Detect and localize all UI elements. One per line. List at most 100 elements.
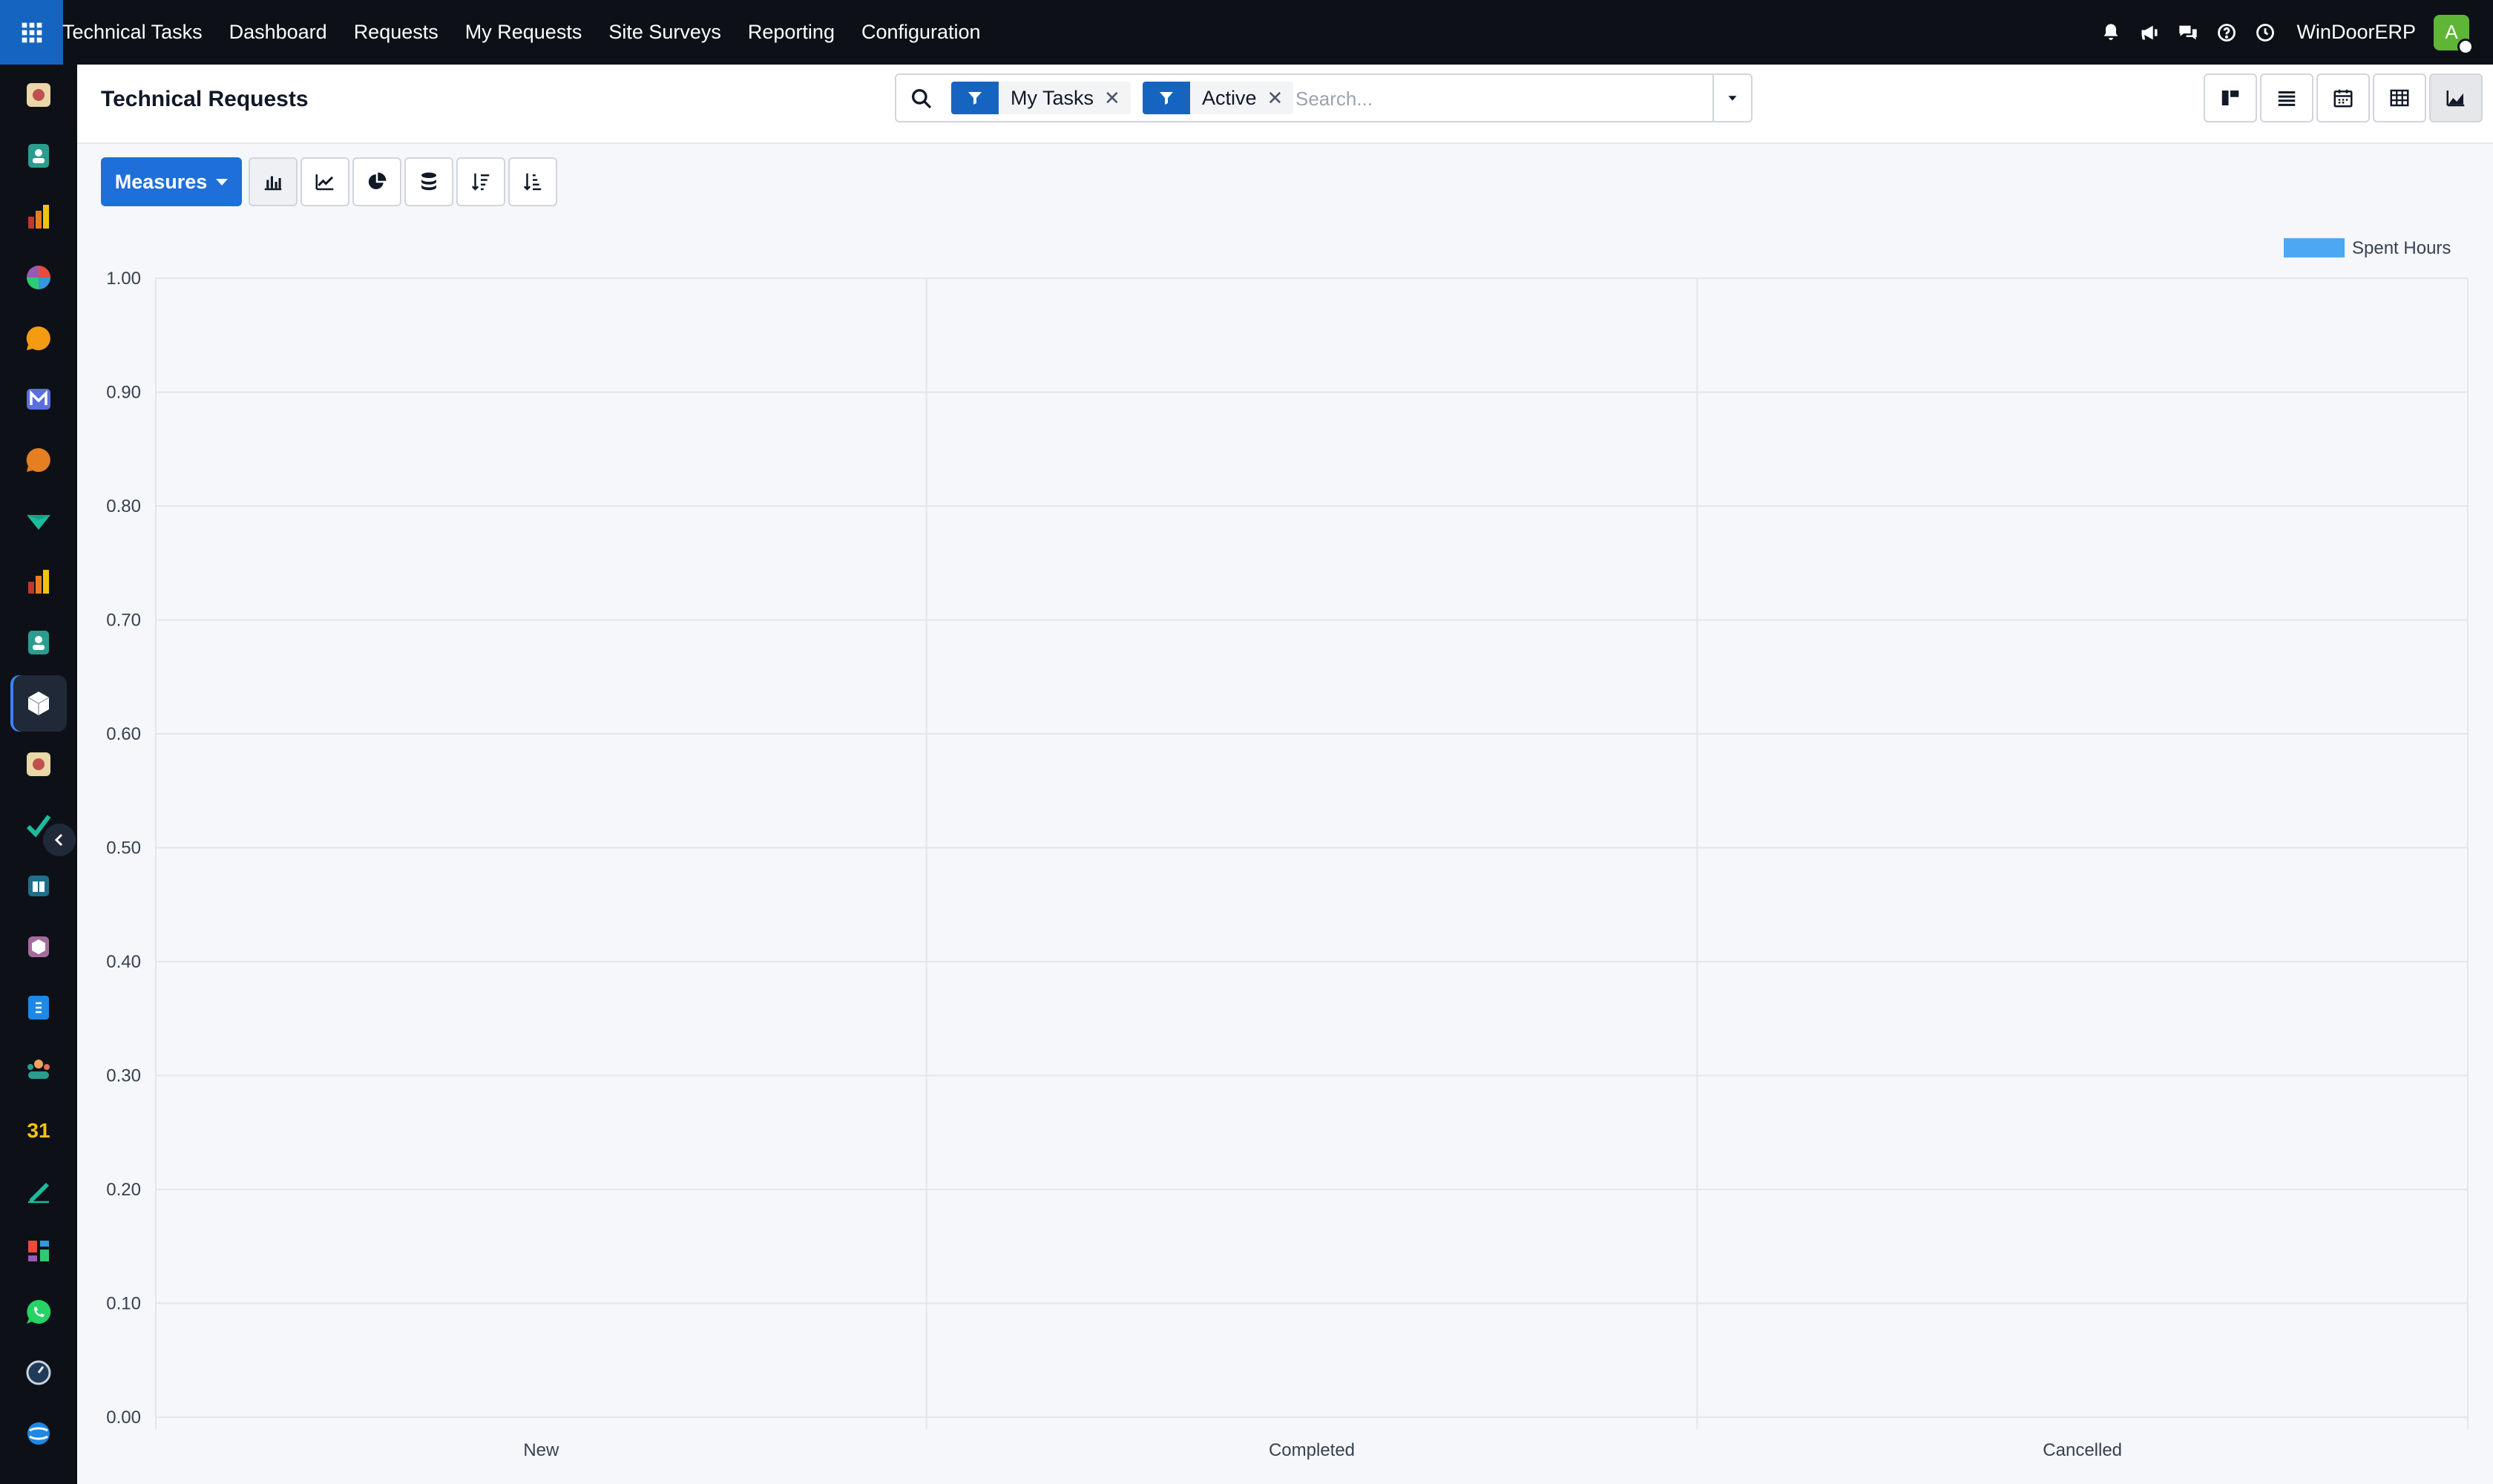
sidebar-contacts[interactable] <box>10 128 67 184</box>
livechat-icon <box>26 447 50 472</box>
y-tick-label: 0.50 <box>106 838 141 858</box>
sidebar-inventory[interactable] <box>10 493 67 549</box>
sidebar-settings[interactable] <box>10 1405 67 1462</box>
menu-dashboard[interactable]: Dashboard <box>229 21 327 44</box>
contacts-icon <box>28 144 49 168</box>
calendar-icon: 31 <box>27 1119 50 1142</box>
y-tick-label: 0.70 <box>106 611 141 631</box>
y-tick-label: 0.40 <box>106 952 141 972</box>
sidebar-livechat[interactable] <box>10 432 67 488</box>
sidebar-team[interactable] <box>10 1040 67 1097</box>
page-title: Technical Requests <box>101 87 309 111</box>
kanban-icon <box>2221 91 2239 105</box>
app-menu-button[interactable] <box>0 0 63 65</box>
sidebar-timer[interactable] <box>10 1345 67 1401</box>
sort-descending-button[interactable] <box>456 157 505 206</box>
sidebar-mail[interactable] <box>10 371 67 427</box>
facet-label: My Tasks <box>1011 86 1094 109</box>
pie-chart-button[interactable] <box>352 157 401 206</box>
timer-icon <box>26 1360 51 1385</box>
megaphone-icon[interactable] <box>2132 15 2167 50</box>
bar-chart-button[interactable] <box>249 157 298 206</box>
sidebar-product[interactable] <box>10 919 67 975</box>
filter-icon <box>951 82 999 114</box>
close-icon[interactable]: ✕ <box>1267 82 1294 114</box>
menu-requests[interactable]: Requests <box>354 21 439 44</box>
sidebar-sign[interactable] <box>10 1162 67 1218</box>
y-tick-label: 0.20 <box>106 1180 141 1200</box>
control-panel: Technical Requests My Tasks ✕ Active ✕ <box>77 65 2493 144</box>
facet-active[interactable]: Active ✕ <box>1143 82 1294 114</box>
search-icon[interactable] <box>910 87 933 111</box>
avatar-letter: A <box>2445 21 2458 43</box>
caret-down-icon <box>216 178 229 186</box>
menu-my-requests[interactable]: My Requests <box>465 21 582 44</box>
menu-configuration[interactable]: Configuration <box>861 21 981 44</box>
inventory-icon <box>27 515 50 530</box>
y-tick-label: 0.80 <box>106 496 141 516</box>
employees-icon <box>28 631 49 654</box>
search-input[interactable] <box>1295 84 1622 114</box>
systray: WinDoorERP A <box>2090 0 2474 65</box>
sidebar-whatsapp[interactable] <box>10 1284 67 1340</box>
y-tick-label: 1.00 <box>106 269 141 289</box>
ascending-icon <box>523 173 542 191</box>
view-pivot-button[interactable] <box>2373 73 2426 122</box>
view-kanban-button[interactable] <box>2204 73 2257 122</box>
clock-icon[interactable] <box>2247 15 2283 50</box>
mail-icon <box>27 389 50 410</box>
company-name[interactable]: WinDoorERP <box>2296 21 2416 44</box>
sidebar-dashboards[interactable] <box>10 1223 67 1279</box>
settings-icon <box>27 1422 50 1445</box>
stacked-icon <box>421 172 436 191</box>
close-icon[interactable]: ✕ <box>1104 82 1131 114</box>
technical-tasks-icon <box>27 692 50 715</box>
sidebar-invoicing[interactable] <box>10 979 67 1036</box>
stacked-button[interactable] <box>404 157 453 206</box>
view-graph-button[interactable] <box>2429 73 2483 122</box>
bar-chart-icon <box>264 176 282 191</box>
sidebar-app-1[interactable] <box>10 67 67 123</box>
bell-icon[interactable] <box>2093 15 2129 50</box>
invoicing-icon <box>28 996 49 1020</box>
app-12-icon <box>27 752 50 776</box>
avatar[interactable]: A <box>2434 14 2474 55</box>
sidebar-calendar[interactable]: 31 <box>10 1101 67 1158</box>
whatsapp-icon <box>27 1299 51 1324</box>
sort-ascending-button[interactable] <box>508 157 557 206</box>
view-calendar-button[interactable] <box>2316 73 2370 122</box>
menu-site-surveys[interactable]: Site Surveys <box>608 21 721 44</box>
app-1-icon <box>27 83 50 107</box>
facet-my-tasks[interactable]: My Tasks ✕ <box>951 82 1131 114</box>
help-icon[interactable] <box>2209 15 2244 50</box>
measures-dropdown-button[interactable]: Measures <box>101 157 242 206</box>
x-tick-label: Completed <box>1269 1440 1355 1460</box>
dashboard-icon <box>27 266 50 289</box>
sidebar-dashboard[interactable] <box>10 249 67 306</box>
sidebar-technical-tasks[interactable] <box>10 675 67 732</box>
sidebar-employees[interactable] <box>10 614 67 671</box>
graph-view: 0.00 0.10 0.20 0.30 0.40 0.50 0.60 0.70 0.80 0.90… <box>77 215 2493 1484</box>
sidebar-knowledge[interactable] <box>10 858 67 914</box>
menu-reporting[interactable]: Reporting <box>748 21 835 44</box>
line-chart-button[interactable] <box>300 157 349 206</box>
y-tick-label: 0.60 <box>106 724 141 744</box>
caret-down-icon <box>1728 96 1737 101</box>
chevron-left-icon <box>54 833 63 847</box>
chat-icon[interactable] <box>2170 15 2206 50</box>
sidebar-reporting[interactable] <box>10 554 67 610</box>
sidebar-collapse-button[interactable] <box>43 824 76 856</box>
search-bar[interactable]: My Tasks ✕ Active ✕ <box>895 73 1753 122</box>
sidebar-app-12[interactable] <box>10 736 67 792</box>
search-options-toggle[interactable] <box>1712 75 1751 121</box>
grid-icon <box>22 22 42 42</box>
app-name[interactable]: Technical Tasks <box>62 21 203 44</box>
descending-icon <box>471 173 490 191</box>
y-tick-label: 0.90 <box>106 383 141 403</box>
view-list-button[interactable] <box>2260 73 2313 122</box>
filter-icon <box>1143 82 1190 114</box>
status-dot <box>2457 38 2474 55</box>
product-icon <box>28 936 49 957</box>
sidebar-sales[interactable] <box>10 188 67 245</box>
sidebar-discuss[interactable] <box>10 310 67 367</box>
